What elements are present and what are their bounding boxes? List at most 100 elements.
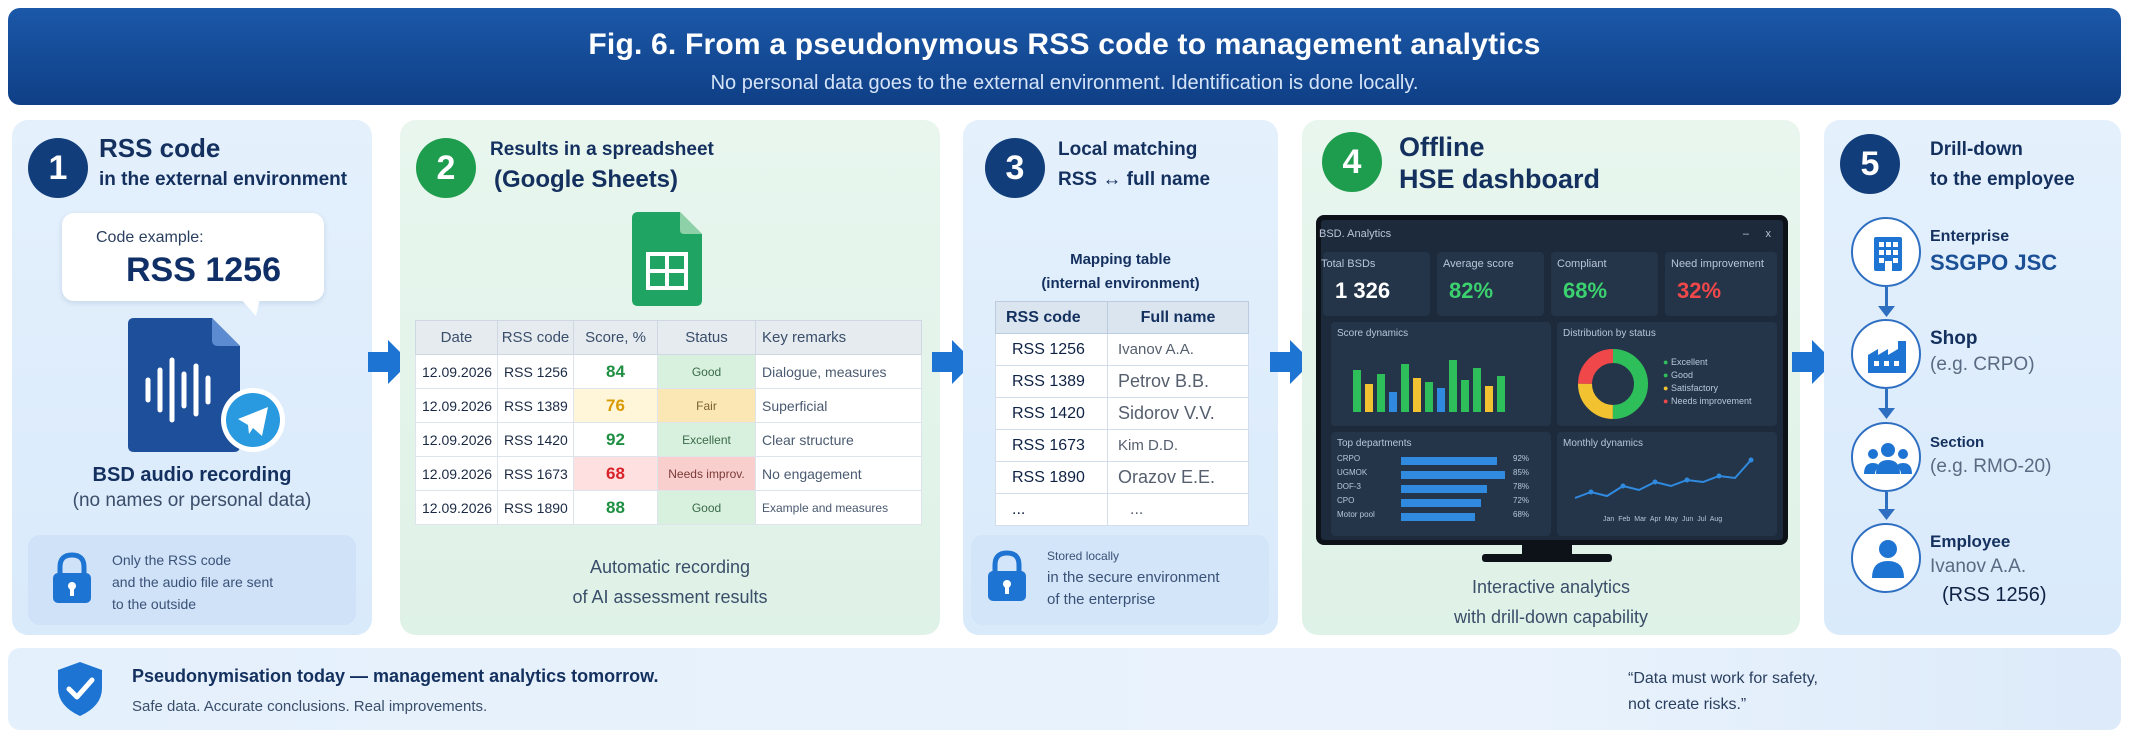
month-label: Mar [1634, 516, 1647, 523]
kpi-value: 32% [1677, 278, 1722, 303]
figure-title: Fig. 6. From a pseudonymous RSS code to … [588, 28, 1541, 61]
step-2-caption: Automatic recording of AI assessment res… [400, 552, 940, 612]
local-lock-text: Stored locally in the secure environment… [1047, 545, 1220, 611]
section-node[interactable] [1851, 422, 1921, 492]
quote-line: “Data must work for safety, [1628, 670, 1818, 687]
level-value: (e.g. RMO-20) [1930, 456, 2052, 477]
lock-icon [53, 552, 91, 603]
lock-icon [988, 550, 1026, 601]
audio-title: BSD audio recording [92, 464, 292, 486]
step-3-title: Local matching [1058, 139, 1198, 160]
code-cell: RSS 1673 [497, 456, 574, 491]
shop-node[interactable] [1851, 319, 1921, 389]
step-2-title: Results in a spreadsheet [490, 139, 714, 160]
table-title-line: Mapping table [1070, 251, 1171, 268]
column-header: Date [415, 320, 498, 355]
caption-line: Automatic recording [589, 557, 751, 577]
remark-cell: Clear structure [755, 422, 922, 457]
step-1-subtitle: in the external environment [99, 169, 348, 190]
employee-node[interactable] [1851, 523, 1921, 593]
month-label: Aug [1709, 516, 1723, 523]
step-4-caption: Interactive analytics with drill-down ca… [1302, 572, 1800, 632]
legend-label: Needs improvement [1670, 396, 1752, 406]
code-cell: ... [995, 493, 1108, 526]
top-departments-tile[interactable]: Top departments CRPO 92% UGMOK 85% DOF-3 78… [1331, 432, 1551, 536]
building-icon [1874, 237, 1902, 271]
bubble-tail [240, 298, 260, 316]
kpi-label: Total BSDs [1321, 258, 1376, 270]
lock-line: of the enterprise [1047, 591, 1156, 608]
step-5-title: Drill-down [1930, 139, 2023, 160]
audio-note: (no names or personal data) [72, 490, 312, 511]
step-5-panel: 5 Drill-down to the employee Enterprise … [1824, 120, 2121, 635]
kpi-card[interactable]: Total BSDs 1 326 [1321, 252, 1430, 316]
kpi-label: Compliant [1557, 258, 1607, 270]
lock-line: to the outside [112, 596, 197, 612]
name-cell: Orazov E.E. [1107, 461, 1249, 494]
status-legend: ● Excellent ● Good ● Satisfactory ● Need… [1663, 356, 1752, 408]
mapping-table-title: Mapping table (internal environment) [963, 248, 1278, 296]
team-icon [1864, 443, 1912, 474]
table-row: RSS 1673 Kim D.D. [995, 429, 1249, 462]
close-icon[interactable]: x [1766, 228, 1772, 240]
department-bars: CRPO 92% UGMOK 85% DOF-3 78% CPO 72% Motor p… [1337, 454, 1545, 524]
month-label: Feb [1618, 516, 1631, 523]
dashboard-titlebar: BSD. Analytics – x [1319, 228, 1783, 246]
code-example-value: RSS 1256 [126, 251, 281, 289]
legend-item: ● Good [1663, 370, 1693, 380]
mapping-table: RSS code Full name RSS 1256 Ivanov A.A. R… [995, 301, 1249, 526]
monthly-dynamics-tile[interactable]: Monthly dynamics Jan Feb Mar Apr May Jun… [1557, 432, 1777, 536]
employee-rss-code: (RSS 1256) [1942, 584, 2047, 606]
month-labels: Jan Feb Mar Apr May Jun Jul Aug [1603, 516, 1722, 523]
level-label: Enterprise [1930, 228, 2010, 245]
score-cell: 88 [573, 490, 658, 525]
code-cell: RSS 1256 [497, 354, 574, 389]
caption-line: with drill-down capability [1453, 607, 1649, 627]
minimize-icon[interactable]: – [1743, 228, 1749, 240]
status-badge: Excellent [657, 422, 756, 457]
department-row: DOF-3 78% [1337, 482, 1545, 496]
month-label: Jan [1603, 516, 1615, 523]
score-dynamics-tile[interactable]: Score dynamics [1331, 322, 1551, 426]
column-header: Score, % [573, 320, 658, 355]
code-cell: RSS 1673 [995, 429, 1108, 462]
remark-cell: Superficial [755, 388, 922, 423]
column-header: RSS code [497, 320, 574, 355]
name-cell: Petrov B.B. [1107, 365, 1249, 398]
legend-label: Satisfactory [1670, 383, 1718, 393]
lock-line: in the secure environment [1047, 569, 1220, 586]
table-row: RSS 1890 Orazov E.E. [995, 461, 1249, 494]
legend-label: Good [1670, 370, 1693, 380]
month-label: Apr [1649, 516, 1661, 523]
name-cell: ... [1107, 493, 1249, 526]
kpi-card[interactable]: Compliant 68% [1551, 252, 1658, 316]
score-cell: 84 [573, 354, 658, 389]
chevron-down-icon [1878, 408, 1895, 419]
caption-line: of AI assessment results [572, 587, 768, 607]
footer-subline: Safe data. Accurate conclusions. Real im… [132, 698, 488, 715]
status-badge: Fair [657, 388, 756, 423]
score-cell: 76 [573, 388, 658, 423]
status-badge: Good [657, 354, 756, 389]
kpi-card[interactable]: Average score 82% [1437, 252, 1544, 316]
table-row: RSS 1420 Sidorov V.V. [995, 397, 1249, 430]
step-4-subtitle: HSE dashboard [1399, 164, 1601, 194]
kpi-value: 68% [1563, 278, 1608, 303]
step-1-panel: 1 RSS code in the external environment C… [12, 120, 372, 635]
enterprise-node[interactable] [1851, 217, 1921, 287]
status-distribution-tile[interactable]: Distribution by status ● Excellent ● Goo… [1557, 322, 1777, 426]
score-dynamics-bars [1353, 360, 1505, 412]
date-cell: 12.09.2026 [415, 422, 498, 457]
chevron-down-icon [1878, 306, 1895, 317]
name-cell: Kim D.D. [1107, 429, 1249, 462]
name-cell: Sidorov V.V. [1107, 397, 1249, 430]
column-header: Full name [1107, 301, 1249, 334]
kpi-card[interactable]: Need improvement 32% [1665, 252, 1777, 316]
remark-cell: Dialogue, measures [755, 354, 922, 389]
shield-check-icon [58, 662, 102, 716]
level-value: SSGPO JSC [1930, 250, 2058, 275]
table-row: 12.09.2026 RSS 1389 76 Fair Superficial [415, 388, 922, 423]
kpi-label: Average score [1443, 258, 1514, 270]
sheet-header-row: Date RSS code Score, % Status Key remark… [415, 320, 922, 355]
name-cell: Ivanov A.A. [1107, 333, 1249, 366]
